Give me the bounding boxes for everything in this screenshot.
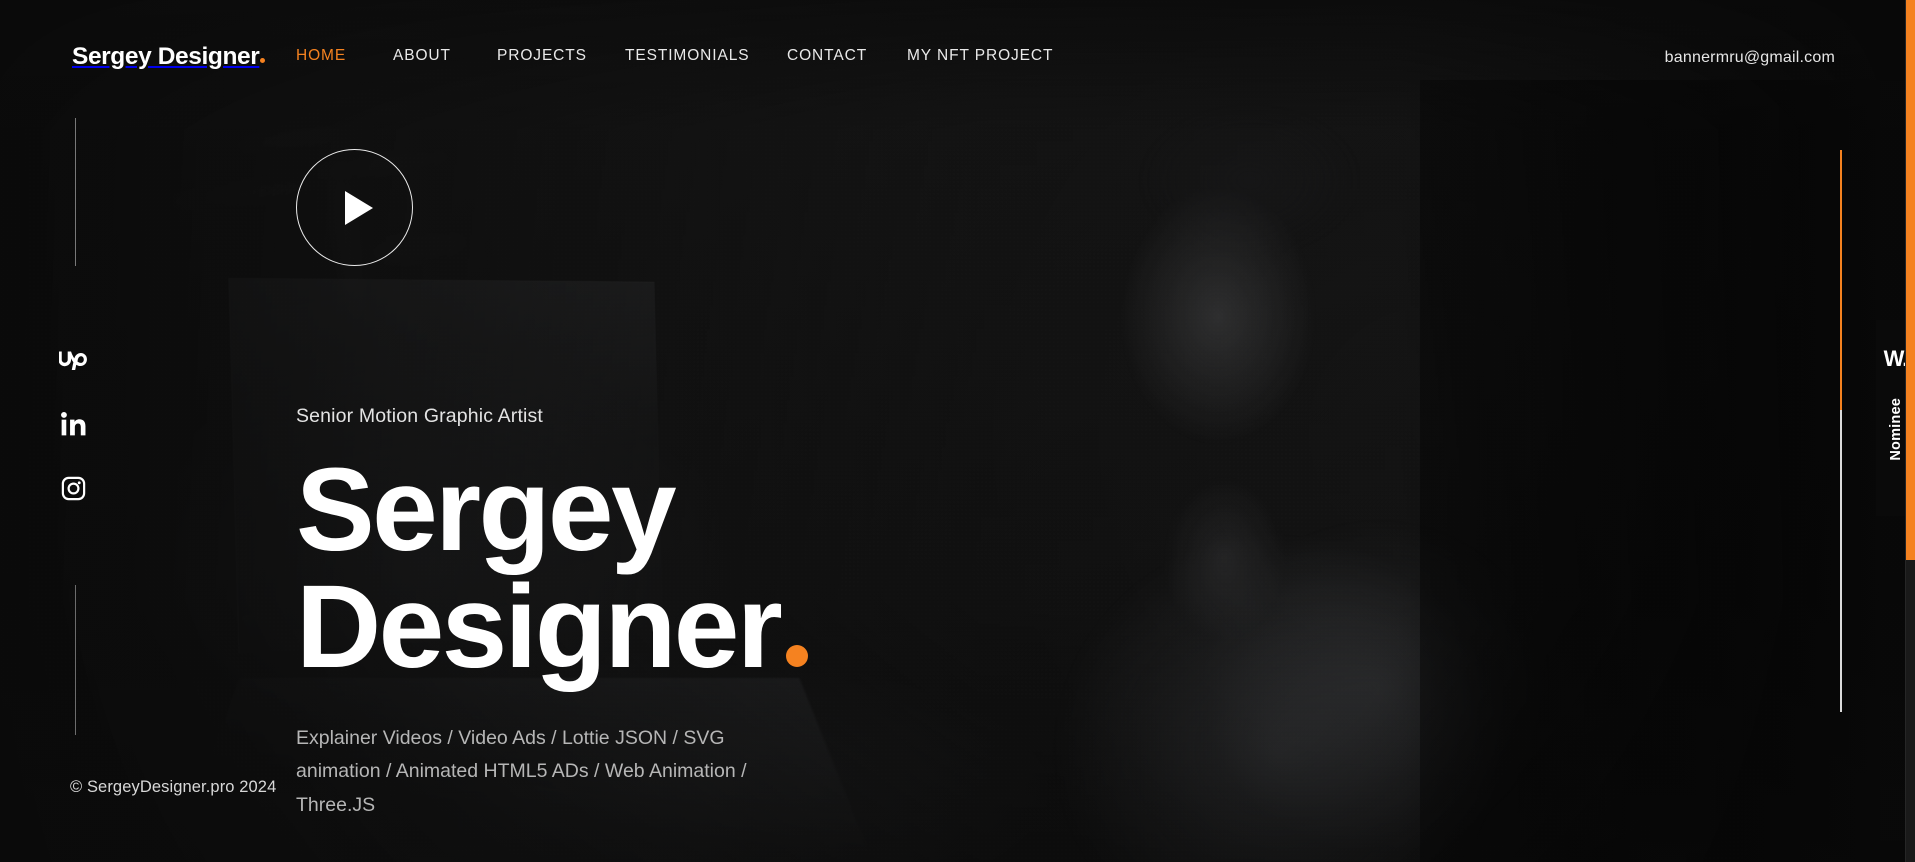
hero-tagline: Explainer Videos / Video Ads / Lottie JS… — [296, 726, 747, 816]
page-root: Sergey Designer HOME ABOUT PROJECTS TEST… — [0, 0, 1915, 862]
copyright-text: © SergeyDesigner.pro 2024 — [70, 778, 277, 796]
site-header: Sergey Designer HOME ABOUT PROJECTS TEST… — [0, 0, 1880, 100]
brand-logo[interactable]: Sergey Designer — [72, 43, 266, 71]
nav-item-testimonials[interactable]: TESTIMONIALS — [625, 47, 749, 65]
hero-title-line-1: Sergey — [296, 444, 677, 576]
hero-title-line-2-wrap: Designer — [296, 568, 809, 686]
left-rail-line-top — [75, 118, 76, 266]
nav-item-about[interactable]: ABOUT — [393, 47, 451, 65]
left-rail-line-bottom — [75, 585, 76, 735]
hero-eyebrow: Senior Motion Graphic Artist — [296, 405, 543, 427]
brand-accent-dot — [260, 58, 266, 63]
nav-item-projects[interactable]: PROJECTS — [497, 47, 587, 65]
nav-item-contact[interactable]: CONTACT — [787, 47, 867, 65]
social-links — [58, 345, 88, 503]
awwwards-logo-mark: W. — [1883, 346, 1909, 371]
scroll-progress-fill — [1840, 150, 1842, 410]
brand-name: Sergey Designer — [72, 43, 260, 70]
scroll-progress-track — [1840, 150, 1842, 712]
nav-item-my-nft-project[interactable]: MY NFT PROJECT — [907, 47, 1053, 65]
hero-title-line-2: Designer — [296, 560, 783, 693]
linkedin-icon[interactable] — [58, 409, 88, 439]
photo-darkening-overlay — [0, 0, 1915, 862]
hero-accent-dot — [786, 644, 809, 667]
awwwards-nominee-label: Nominee — [1887, 398, 1904, 461]
page-scrollbar[interactable] — [1906, 0, 1915, 862]
page-title: Sergey Designer — [296, 444, 809, 686]
contact-email-link[interactable]: bannermru@gmail.com — [1665, 49, 1835, 67]
nav-item-home[interactable]: HOME — [296, 47, 346, 65]
scrollbar-thumb[interactable] — [1906, 0, 1915, 560]
hero-section: Senior Motion Graphic Artist Sergey Desi… — [296, 405, 809, 822]
play-icon — [345, 190, 373, 225]
play-showreel-button[interactable] — [296, 149, 413, 266]
instagram-icon[interactable] — [58, 473, 88, 503]
upwork-icon[interactable] — [58, 345, 88, 375]
